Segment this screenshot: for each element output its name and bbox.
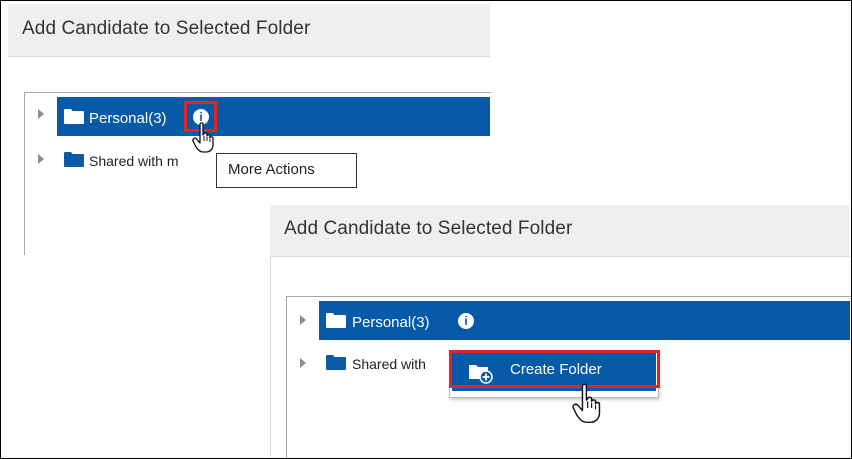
front-dialog-left-border (270, 256, 271, 457)
more-actions-icon[interactable]: i (458, 313, 474, 329)
back-dialog-header: Add Candidate to Selected Folder (8, 4, 490, 57)
highlight-box (449, 350, 660, 388)
tree-item-label: Personal(3) (352, 314, 430, 331)
folder-icon (64, 152, 84, 167)
folder-icon (64, 109, 84, 124)
folder-icon (326, 355, 346, 370)
tree-item-label: Personal(3) (89, 110, 167, 127)
hand-cursor-icon (192, 122, 214, 153)
front-dialog: Add Candidate to Selected Folder Persona… (270, 205, 851, 458)
tree-item-shared-label[interactable]: Shared with m (89, 153, 194, 169)
front-dialog-header: Add Candidate to Selected Folder (270, 205, 850, 257)
folder-icon (326, 313, 346, 328)
expand-caret-icon[interactable] (38, 109, 44, 119)
tooltip-text: More Actions (228, 161, 315, 178)
tree-item-shared-label[interactable]: Shared with (352, 356, 452, 372)
expand-caret-icon[interactable] (38, 154, 44, 164)
more-actions-tooltip: More Actions (216, 153, 357, 188)
expand-caret-icon[interactable] (300, 315, 306, 325)
front-dialog-title: Add Candidate to Selected Folder (284, 218, 573, 239)
hand-cursor-icon (572, 383, 601, 424)
expand-caret-icon[interactable] (300, 358, 306, 368)
back-dialog-title: Add Candidate to Selected Folder (22, 18, 311, 39)
